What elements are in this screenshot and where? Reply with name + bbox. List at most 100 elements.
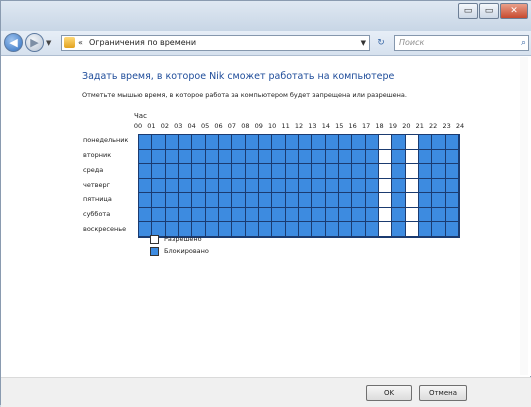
time-cell[interactable] xyxy=(205,178,219,194)
breadcrumb-chevron[interactable]: « xyxy=(78,36,83,50)
time-cell[interactable] xyxy=(445,149,459,165)
time-cell[interactable] xyxy=(365,207,379,223)
time-cell[interactable] xyxy=(152,135,166,150)
time-cell[interactable] xyxy=(205,222,219,237)
time-cell[interactable] xyxy=(178,164,193,179)
time-cell[interactable] xyxy=(205,149,219,165)
time-cell[interactable] xyxy=(218,135,233,150)
time-cell[interactable] xyxy=(392,207,406,223)
time-cell[interactable] xyxy=(245,207,259,223)
time-cell[interactable] xyxy=(192,149,206,165)
time-cell[interactable] xyxy=(192,193,206,208)
time-cell[interactable] xyxy=(445,178,459,194)
time-cell[interactable] xyxy=(139,207,153,223)
time-cell[interactable] xyxy=(285,178,299,194)
time-cell[interactable] xyxy=(325,193,339,208)
time-cell[interactable] xyxy=(245,164,259,179)
time-cell[interactable] xyxy=(285,193,299,208)
time-cell[interactable] xyxy=(312,207,326,223)
time-cell[interactable] xyxy=(312,193,326,208)
time-cell[interactable] xyxy=(152,178,166,194)
time-cell[interactable] xyxy=(272,149,286,165)
time-cell[interactable] xyxy=(312,149,326,165)
time-cell[interactable] xyxy=(218,164,233,179)
time-cell[interactable] xyxy=(139,135,153,150)
time-cell[interactable] xyxy=(378,222,393,237)
time-cell[interactable] xyxy=(418,193,433,208)
time-cell[interactable] xyxy=(365,149,379,165)
time-cell[interactable] xyxy=(352,178,366,194)
time-cell[interactable] xyxy=(245,193,259,208)
time-cell[interactable] xyxy=(418,222,433,237)
time-cell[interactable] xyxy=(418,135,433,150)
time-cell[interactable] xyxy=(445,135,459,150)
time-cell[interactable] xyxy=(285,222,299,237)
search-box[interactable]: Поиск ⌕ xyxy=(394,35,529,51)
time-cell[interactable] xyxy=(272,164,286,179)
time-cell[interactable] xyxy=(245,178,259,194)
time-cell[interactable] xyxy=(418,149,433,165)
time-cell[interactable] xyxy=(405,149,419,165)
time-cell[interactable] xyxy=(312,135,326,150)
time-cell[interactable] xyxy=(298,149,313,165)
time-cell[interactable] xyxy=(272,178,286,194)
time-cell[interactable] xyxy=(445,193,459,208)
time-cell[interactable] xyxy=(378,193,393,208)
time-cell[interactable] xyxy=(325,149,339,165)
time-cell[interactable] xyxy=(285,207,299,223)
time-cell[interactable] xyxy=(392,222,406,237)
time-cell[interactable] xyxy=(258,222,273,237)
time-cell[interactable] xyxy=(392,193,406,208)
time-cell[interactable] xyxy=(312,164,326,179)
time-cell[interactable] xyxy=(432,193,446,208)
time-cell[interactable] xyxy=(432,178,446,194)
address-dropdown-icon[interactable]: ▼ xyxy=(361,36,366,50)
time-cell[interactable] xyxy=(205,164,219,179)
time-cell[interactable] xyxy=(445,222,459,237)
time-cell[interactable] xyxy=(298,193,313,208)
time-cell[interactable] xyxy=(432,222,446,237)
forward-button[interactable]: ▶ xyxy=(25,33,44,52)
time-cell[interactable] xyxy=(432,207,446,223)
time-cell[interactable] xyxy=(432,135,446,150)
time-cell[interactable] xyxy=(352,207,366,223)
time-cell[interactable] xyxy=(178,207,193,223)
time-cell[interactable] xyxy=(392,149,406,165)
time-cell[interactable] xyxy=(165,164,179,179)
time-cell[interactable] xyxy=(139,178,153,194)
time-cell[interactable] xyxy=(325,178,339,194)
time-cell[interactable] xyxy=(178,135,193,150)
time-cell[interactable] xyxy=(165,178,179,194)
time-cell[interactable] xyxy=(298,178,313,194)
time-cell[interactable] xyxy=(152,207,166,223)
time-cell[interactable] xyxy=(232,135,246,150)
time-cell[interactable] xyxy=(352,135,366,150)
time-cell[interactable] xyxy=(432,149,446,165)
time-cell[interactable] xyxy=(405,207,419,223)
time-cell[interactable] xyxy=(258,149,273,165)
time-cell[interactable] xyxy=(152,149,166,165)
time-cell[interactable] xyxy=(298,164,313,179)
time-cell[interactable] xyxy=(245,222,259,237)
time-cell[interactable] xyxy=(205,193,219,208)
time-cell[interactable] xyxy=(152,193,166,208)
time-cell[interactable] xyxy=(405,193,419,208)
time-cell[interactable] xyxy=(378,149,393,165)
time-cell[interactable] xyxy=(258,164,273,179)
time-cell[interactable] xyxy=(392,178,406,194)
time-grid[interactable] xyxy=(138,134,460,238)
time-cell[interactable] xyxy=(192,207,206,223)
time-cell[interactable] xyxy=(258,207,273,223)
time-cell[interactable] xyxy=(272,207,286,223)
time-cell[interactable] xyxy=(325,164,339,179)
time-cell[interactable] xyxy=(192,135,206,150)
time-cell[interactable] xyxy=(192,164,206,179)
time-cell[interactable] xyxy=(338,164,353,179)
time-cell[interactable] xyxy=(432,164,446,179)
search-icon[interactable]: ⌕ xyxy=(521,36,526,50)
time-cell[interactable] xyxy=(258,135,273,150)
time-cell[interactable] xyxy=(405,135,419,150)
time-cell[interactable] xyxy=(325,222,339,237)
time-cell[interactable] xyxy=(258,193,273,208)
time-cell[interactable] xyxy=(418,207,433,223)
